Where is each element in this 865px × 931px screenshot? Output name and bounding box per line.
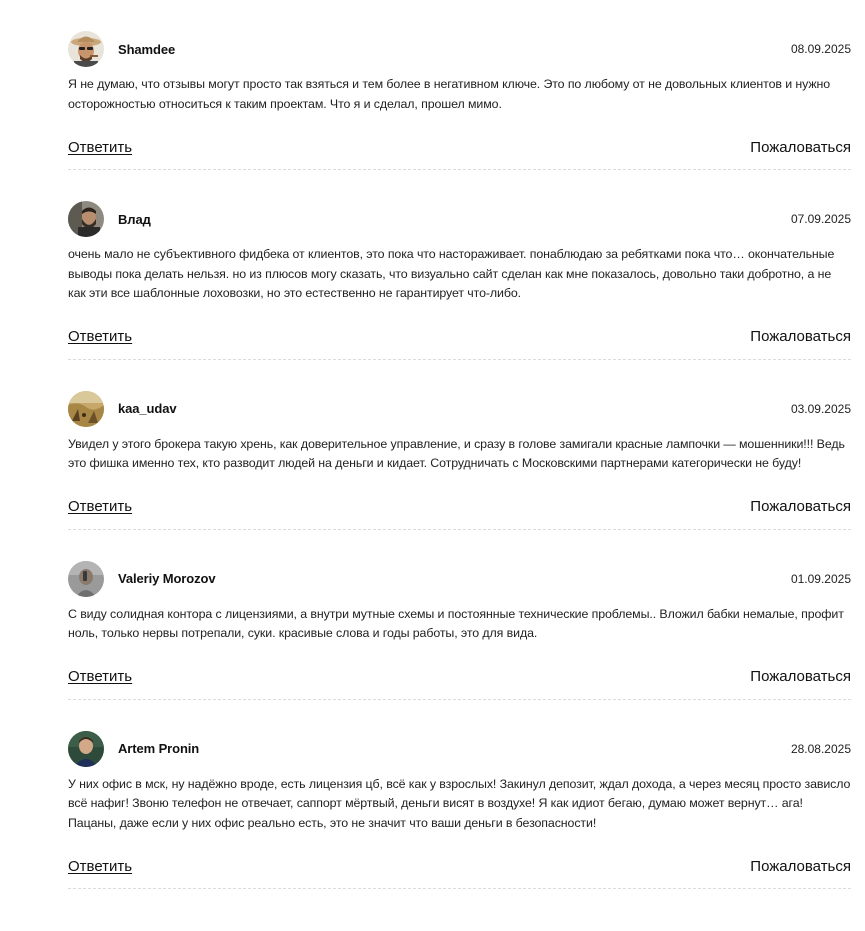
reply-link[interactable]: Ответить <box>68 668 132 685</box>
comment-actions: Ответить Пожаловаться <box>68 135 851 159</box>
comment-actions: Ответить Пожаловаться <box>68 854 851 878</box>
comment: Artem Pronin 28.08.2025 У них офис в мск… <box>68 700 851 889</box>
reply-link[interactable]: Ответить <box>68 498 132 515</box>
comment-author: kaa_udav <box>118 401 177 416</box>
comment-date: 03.09.2025 <box>790 401 851 416</box>
report-link[interactable]: Пожаловаться <box>750 139 851 156</box>
avatar <box>68 201 104 237</box>
report-link[interactable]: Пожаловаться <box>750 328 851 345</box>
comment-date: 08.09.2025 <box>790 42 851 56</box>
comment: Valeriy Morozov 01.09.2025 С виду солидн… <box>68 530 851 700</box>
user-photo-icon <box>68 201 104 237</box>
comment-header: Shamdee 08.09.2025 <box>68 31 851 67</box>
report-link[interactable]: Пожаловаться <box>750 668 851 685</box>
comment: kaa_udav 03.09.2025 Увидел у этого броке… <box>68 360 851 530</box>
avatar <box>68 31 104 67</box>
comment-header: Влад 07.09.2025 <box>68 201 851 237</box>
comment: Shamdee 08.09.2025 Я не думаю, что отзыв… <box>68 31 851 170</box>
comment-text: очень мало не субъективного фидбека от к… <box>68 247 835 300</box>
report-link[interactable]: Пожаловаться <box>750 498 851 515</box>
avatar <box>68 730 104 767</box>
comment-date: 01.09.2025 <box>790 571 851 586</box>
avatar <box>68 390 104 427</box>
comments-list: Shamdee 08.09.2025 Я не думаю, что отзыв… <box>68 31 851 889</box>
comment-actions: Ответить Пожаловаться <box>68 325 851 349</box>
comment-date: 07.09.2025 <box>790 212 851 226</box>
report-link[interactable]: Пожаловаться <box>750 858 851 875</box>
comment-text: Я не думаю, что отзывы могут просто так … <box>68 77 831 111</box>
user-photo-icon <box>68 730 104 767</box>
user-photo-icon <box>68 31 104 67</box>
comment-actions: Ответить Пожаловаться <box>68 495 851 519</box>
comment-header: Valeriy Morozov 01.09.2025 <box>68 560 851 597</box>
reply-link[interactable]: Ответить <box>68 139 132 156</box>
reply-link[interactable]: Ответить <box>68 328 132 345</box>
comment-text: Увидел у этого брокера такую хрень, как … <box>68 436 845 471</box>
comment: Влад 07.09.2025 очень мало не субъективн… <box>68 170 851 360</box>
user-photo-icon <box>68 560 104 597</box>
comment-author: Влад <box>118 211 151 227</box>
comment-author: Shamdee <box>118 41 176 57</box>
reply-link[interactable]: Ответить <box>68 858 132 875</box>
comment-header: Artem Pronin 28.08.2025 <box>68 730 851 767</box>
comment-author: Artem Pronin <box>118 741 200 756</box>
comment-header: kaa_udav 03.09.2025 <box>68 390 851 427</box>
comment-actions: Ответить Пожаловаться <box>68 665 851 689</box>
user-photo-icon <box>68 390 104 427</box>
comment-text: С виду солидная контора с лицензиями, а … <box>68 606 844 641</box>
comment-author: Valeriy Morozov <box>118 571 216 586</box>
avatar <box>68 560 104 597</box>
comment-date: 28.08.2025 <box>790 741 851 756</box>
comment-text: У них офис в мск, ну надёжно вроде, есть… <box>68 776 851 830</box>
